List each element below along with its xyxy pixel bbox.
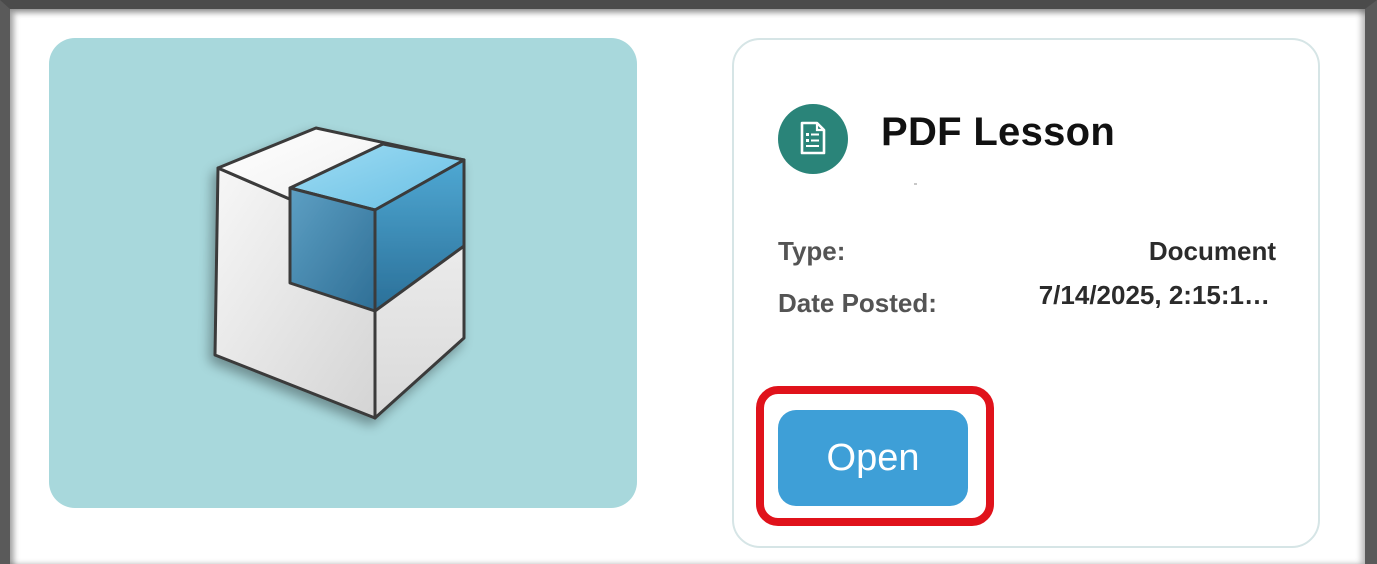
document-badge — [778, 104, 848, 174]
document-icon — [800, 121, 826, 155]
date-posted-value: 7/14/2025, 2:15:1… — [1038, 280, 1270, 310]
type-value: Document — [1148, 236, 1276, 266]
3d-cube-icon — [213, 126, 466, 420]
lesson-title: PDF Lesson — [881, 110, 1116, 154]
date-posted-label: Date Posted: — [778, 288, 937, 318]
open-button[interactable]: Open — [778, 410, 968, 506]
type-label: Type: — [778, 236, 846, 266]
lesson-thumbnail — [49, 38, 637, 508]
divider-dot — [914, 183, 917, 185]
lesson-card: PDF Lesson Type: Document Date Posted: 7… — [732, 38, 1320, 548]
